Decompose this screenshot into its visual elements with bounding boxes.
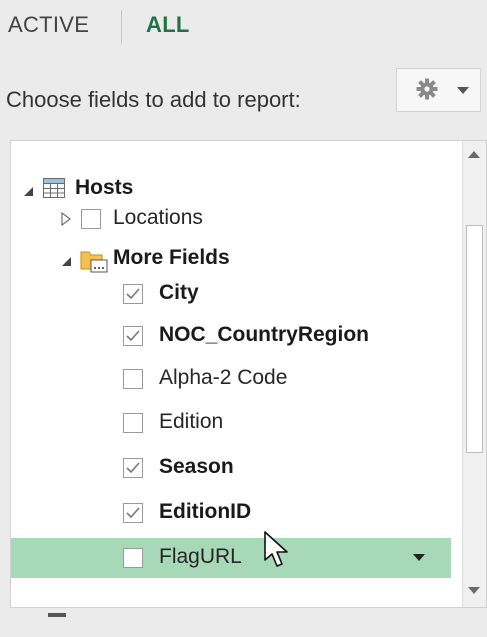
expand-triangle-icon[interactable] — [61, 212, 71, 231]
tab-active[interactable]: ACTIVE — [8, 12, 89, 38]
field-row-alpha-2-code[interactable]: Alpha-2 Code — [11, 359, 451, 399]
checkbox[interactable] — [123, 369, 143, 389]
field-label: Locations — [113, 206, 203, 229]
field-row-locations[interactable]: Locations — [11, 199, 451, 239]
settings-dropdown-button[interactable] — [396, 68, 481, 112]
checkbox-checked[interactable] — [123, 284, 143, 304]
scroll-down-arrow-icon[interactable] — [468, 587, 480, 594]
table-name-label: Hosts — [75, 176, 134, 199]
checkbox[interactable] — [123, 548, 143, 568]
mouse-pointer-icon — [262, 530, 296, 575]
field-label: City — [159, 281, 199, 304]
field-label: Season — [159, 455, 234, 478]
group-name-label: More Fields — [113, 246, 230, 269]
field-row-city[interactable]: City — [11, 274, 451, 314]
checkbox-checked[interactable] — [123, 326, 143, 346]
field-row-flagurl[interactable]: FlagURL — [11, 538, 451, 578]
choose-fields-label: Choose fields to add to report: — [6, 87, 301, 112]
field-group-more-fields[interactable]: More Fields — [11, 239, 451, 279]
tab-all[interactable]: ALL — [146, 12, 190, 38]
field-label: EditionID — [159, 500, 252, 523]
scrollbar-thumb[interactable] — [466, 225, 483, 453]
tab-bar: ACTIVE ALL — [0, 0, 487, 56]
gear-icon — [415, 77, 439, 101]
scroll-up-arrow-icon[interactable] — [468, 151, 480, 158]
field-row-edition[interactable]: Edition — [11, 403, 451, 443]
field-row-noc-countryregion[interactable]: NOC_CountryRegion — [11, 316, 451, 356]
field-row-season[interactable]: Season — [11, 448, 451, 488]
collapse-triangle-icon[interactable] — [61, 254, 72, 272]
field-list: Hosts Locations More Fields City NOC_Cou… — [10, 140, 487, 608]
checkbox-checked[interactable] — [123, 458, 143, 478]
checkbox-checked[interactable] — [123, 503, 143, 523]
chevron-down-icon — [457, 87, 469, 94]
checkbox[interactable] — [123, 413, 143, 433]
field-label: NOC_CountryRegion — [159, 323, 369, 346]
resize-handle[interactable] — [48, 613, 66, 617]
field-label: Edition — [159, 410, 224, 433]
vertical-scrollbar[interactable] — [462, 141, 486, 607]
tab-divider — [121, 10, 122, 44]
field-label: Alpha-2 Code — [159, 366, 288, 389]
checkbox[interactable] — [81, 209, 101, 229]
field-label: FlagURL — [159, 545, 242, 568]
field-options-dropdown-icon[interactable] — [413, 554, 425, 561]
field-row-editionid[interactable]: EditionID — [11, 493, 451, 533]
